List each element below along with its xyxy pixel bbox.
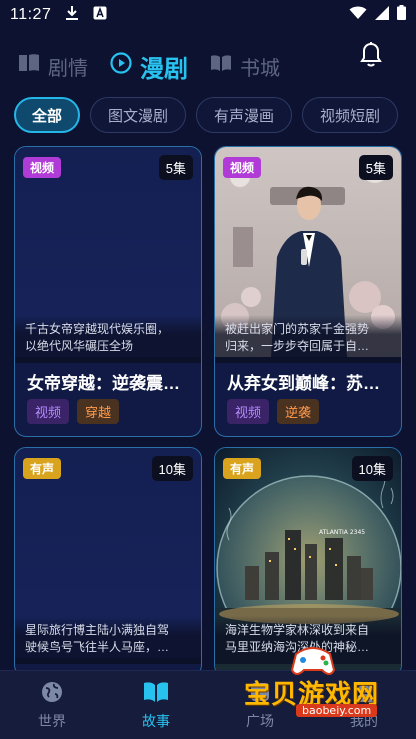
episode-count: 10集	[351, 456, 393, 481]
desc-line: 驶候鸟号飞往半人马座，…	[25, 640, 170, 654]
book-open-icon	[142, 680, 170, 707]
globe-icon	[40, 680, 64, 707]
desc-line: 被赶出家门的苏家千金强势	[225, 322, 370, 336]
top-tabs: 剧情 漫剧 书城	[0, 38, 416, 94]
episode-count: 5集	[358, 155, 393, 180]
episode-count: 5集	[158, 155, 193, 180]
tab-bookstore[interactable]: 书城	[210, 52, 280, 81]
tab-story-label: 剧情	[48, 57, 88, 80]
status-bar: 11:27	[0, 0, 416, 30]
desc-line: 归来，一步步夺回属于自…	[225, 339, 370, 353]
nav-world-label: 世界	[38, 712, 66, 729]
download-icon	[65, 5, 79, 26]
filter-picture-comic[interactable]: 图文漫剧	[90, 97, 186, 133]
tab-bookstore-label: 书城	[240, 57, 280, 80]
tag[interactable]: 视频	[227, 399, 270, 424]
filter-chips: 全部 图文漫剧 有声漫画 视频短剧	[14, 97, 414, 135]
card-description: 星际旅行博主陆小满独自驾 驶候鸟号飞往半人马座，…	[15, 616, 201, 664]
tab-comic-drama-label: 漫剧	[140, 55, 188, 83]
card-description: 千古女帝穿越现代娱乐圈， 以绝代风华碾压全场	[15, 315, 201, 363]
filter-audio-comic[interactable]: 有声漫画	[196, 97, 292, 133]
image-text: ATLANTIA 2345	[319, 529, 365, 536]
drama-card[interactable]: 有声 10集 星际旅行博主陆小满独自驾 驶候鸟号飞往半人马座，…	[14, 447, 202, 677]
bell-icon[interactable]	[360, 42, 382, 73]
signal-icon	[375, 5, 389, 25]
battery-icon	[397, 5, 406, 25]
filter-all[interactable]: 全部	[14, 97, 80, 133]
play-circle-icon	[110, 51, 132, 81]
type-badge: 有声	[23, 458, 62, 479]
tag[interactable]: 逆袭	[277, 399, 320, 424]
filter-video-short[interactable]: 视频短剧	[302, 97, 398, 133]
card-tags: 视频 穿越	[27, 399, 120, 424]
type-badge: 视频	[223, 157, 262, 178]
type-badge: 有声	[223, 458, 262, 479]
nav-world[interactable]: 世界	[0, 671, 104, 739]
desc-line: 星际旅行博主陆小满独自驾	[25, 623, 170, 637]
episode-count: 10集	[151, 456, 193, 481]
desc-line: 以绝代风华碾压全场	[25, 339, 134, 353]
desc-line: 千古女帝穿越现代娱乐圈，	[25, 322, 170, 336]
tab-story[interactable]: 剧情	[18, 52, 88, 81]
tag[interactable]: 视频	[27, 399, 70, 424]
book-open-icon	[210, 53, 232, 79]
drama-card[interactable]: 视频 5集 千古女帝穿越现代娱乐圈， 以绝代风华碾压全场 女帝穿越：逆袭震… 视…	[14, 146, 202, 437]
book-icon	[18, 53, 40, 79]
app-a-icon	[93, 6, 107, 25]
card-tags: 视频 逆袭	[227, 399, 320, 424]
nav-story[interactable]: 故事	[104, 671, 208, 739]
nav-story-label: 故事	[142, 712, 170, 729]
drama-card[interactable]: 视频 5集 被赶出家门的苏家千金强势 归来，一步步夺回属于自… 从弃女到巅峰：苏…	[214, 146, 402, 437]
status-time: 11:27	[10, 6, 52, 23]
desc-line: 海洋生物学家林深收到来自	[225, 623, 370, 637]
tag[interactable]: 穿越	[77, 399, 120, 424]
card-title: 从弃女到巅峰：苏…	[227, 374, 380, 393]
wifi-icon	[349, 6, 367, 25]
card-description: 被赶出家门的苏家千金强势 归来，一步步夺回属于自…	[215, 315, 401, 363]
watermark-url: baobeiy.com	[296, 704, 378, 717]
card-title: 女帝穿越：逆袭震…	[27, 374, 180, 393]
watermark-logo: 宝贝游戏网 baobeiy.com	[228, 640, 408, 720]
tab-comic-drama[interactable]: 漫剧	[110, 49, 188, 84]
type-badge: 视频	[23, 157, 62, 178]
